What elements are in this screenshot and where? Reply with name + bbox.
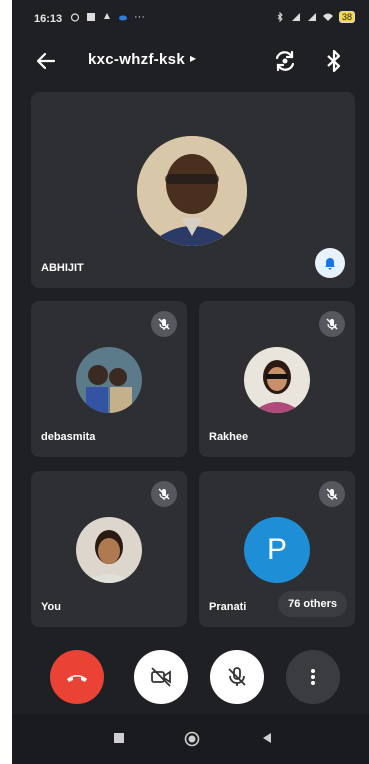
bluetooth-status-icon bbox=[277, 12, 283, 22]
mic-off-icon bbox=[158, 318, 170, 330]
avatar-initial: P bbox=[244, 517, 310, 583]
mic-off-icon bbox=[158, 488, 170, 500]
camera-toggle-button[interactable] bbox=[134, 650, 188, 704]
mic-off-badge bbox=[151, 311, 177, 337]
participant-tile-you[interactable]: You bbox=[31, 471, 187, 627]
meet-screen: 16:13 ··· 38 kxc-whzf-ksk ▸ ABHIJIT deba… bbox=[12, 0, 369, 764]
call-controls bbox=[12, 640, 369, 714]
avatar bbox=[76, 517, 142, 583]
participant-tile-pranati[interactable]: P Pranati 76 others bbox=[199, 471, 355, 627]
end-call-icon bbox=[67, 675, 87, 682]
home-icon[interactable] bbox=[184, 731, 200, 747]
chevron-right-icon[interactable]: ▸ bbox=[190, 51, 196, 65]
participant-tile-abhijit[interactable]: ABHIJIT bbox=[31, 92, 355, 288]
avatar bbox=[244, 347, 310, 413]
participant-name: Pranati bbox=[209, 601, 247, 613]
mic-toggle-button[interactable] bbox=[210, 650, 264, 704]
more-icon: ··· bbox=[134, 11, 145, 23]
participant-tile-debasmita[interactable]: debasmita bbox=[31, 301, 187, 457]
participant-name: Rakhee bbox=[209, 431, 249, 443]
participant-tile-rakhee[interactable]: Rakhee bbox=[199, 301, 355, 457]
notify-button[interactable] bbox=[315, 248, 345, 278]
mic-off-icon bbox=[326, 318, 338, 330]
more-options-button[interactable] bbox=[286, 650, 340, 704]
switch-camera-icon[interactable] bbox=[272, 48, 298, 74]
avatar bbox=[76, 347, 142, 413]
camera-off-icon bbox=[151, 667, 171, 687]
end-call-button[interactable] bbox=[50, 650, 104, 704]
alarm-icon bbox=[70, 13, 80, 22]
battery-icon: 38 bbox=[338, 11, 355, 23]
participant-name: ABHIJIT bbox=[41, 262, 84, 274]
more-vert-icon bbox=[311, 669, 315, 685]
bell-icon bbox=[325, 258, 335, 270]
bluetooth-audio-icon[interactable] bbox=[322, 48, 346, 74]
gallery-icon bbox=[87, 13, 95, 21]
recents-icon[interactable] bbox=[112, 731, 126, 745]
wifi-icon bbox=[322, 13, 333, 21]
avatar bbox=[137, 136, 247, 246]
mic-off-badge bbox=[319, 311, 345, 337]
notification-icon bbox=[104, 13, 110, 19]
meeting-code[interactable]: kxc-whzf-ksk bbox=[88, 51, 185, 68]
status-bar: 16:13 ··· 38 bbox=[12, 0, 369, 38]
mic-off-icon bbox=[228, 667, 246, 686]
mic-off-badge bbox=[319, 481, 345, 507]
signal-icon-2 bbox=[307, 13, 316, 21]
cloud-icon bbox=[119, 15, 127, 21]
back-arrow-icon[interactable] bbox=[34, 49, 58, 73]
participant-name: You bbox=[41, 601, 61, 613]
status-time: 16:13 bbox=[34, 13, 63, 25]
app-bar: kxc-whzf-ksk ▸ bbox=[12, 38, 369, 84]
signal-icon bbox=[291, 13, 300, 21]
others-chip[interactable]: 76 others bbox=[278, 591, 347, 617]
system-nav-bar bbox=[12, 714, 369, 764]
avatar-initial-letter: P bbox=[266, 533, 287, 566]
mic-off-badge bbox=[151, 481, 177, 507]
mic-off-icon bbox=[326, 488, 338, 500]
back-nav-icon[interactable] bbox=[260, 731, 274, 745]
participant-name: debasmita bbox=[41, 431, 96, 443]
